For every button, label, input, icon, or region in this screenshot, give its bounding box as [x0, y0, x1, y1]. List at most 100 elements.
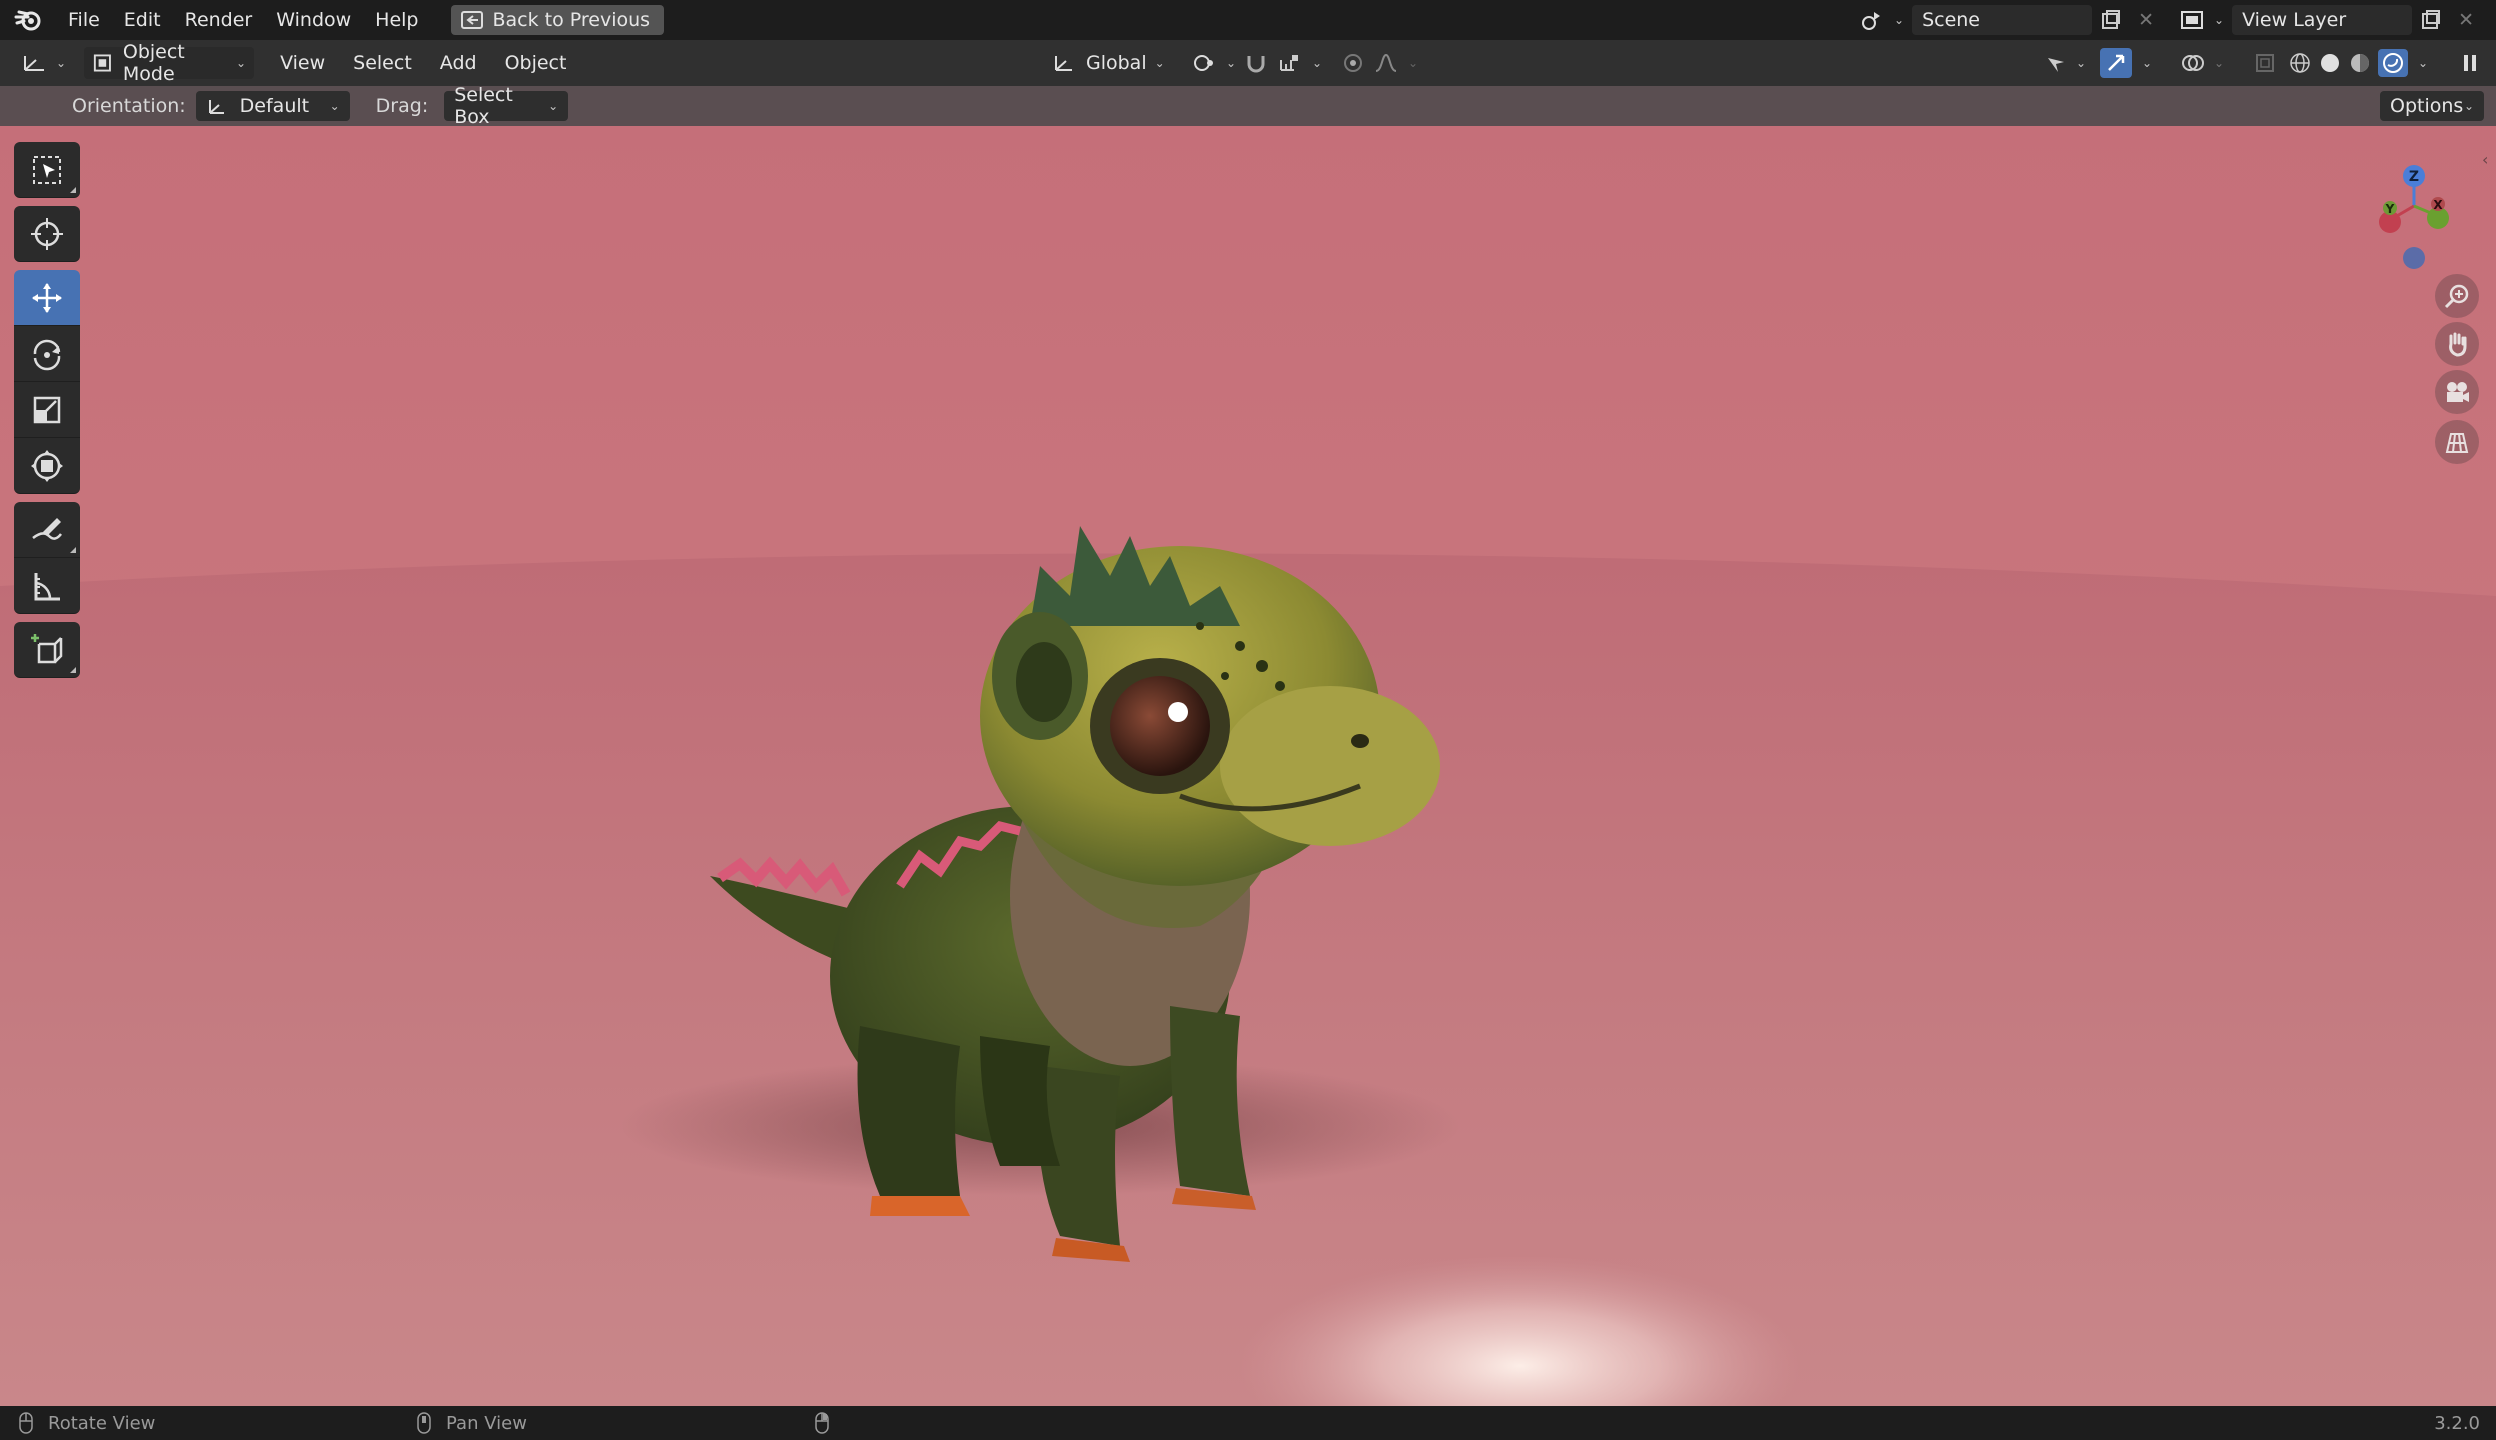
gizmo-icon	[2108, 54, 2125, 71]
orientation-icon	[1055, 56, 1072, 71]
mode-dropdown[interactable]: Object Mode ⌄	[84, 41, 255, 85]
orientation-label: Orientation:	[72, 95, 186, 117]
scale-tool[interactable]	[14, 382, 80, 438]
status-bar: Rotate View Pan View 3.2.0	[0, 1406, 2496, 1440]
falloff-icon	[1375, 53, 1397, 72]
axes-icon	[24, 56, 44, 71]
mouse-left-icon	[19, 1412, 33, 1434]
version-label: 3.2.0	[2434, 1412, 2480, 1434]
sidebar-toggle[interactable]	[2452, 47, 2488, 79]
back-label: Back to Previous	[492, 9, 651, 31]
menu-edit[interactable]: Edit	[112, 0, 173, 40]
tool-shelf	[14, 142, 80, 678]
3d-viewport[interactable]: Z X Y ‹	[0, 126, 2496, 1406]
view-layer-selector: ⌄ View Layer ✕	[2172, 4, 2482, 36]
snap-increment-icon	[1280, 55, 1298, 71]
measure-icon	[34, 572, 60, 600]
blender-logo-icon[interactable]	[0, 0, 56, 40]
rotate-view-label: Rotate View	[48, 1412, 156, 1434]
sidebar-collapse-icon[interactable]: ‹	[2482, 150, 2496, 178]
select-box-tool[interactable]	[14, 142, 80, 198]
transform-icon	[31, 449, 63, 482]
overlays-icon	[2182, 55, 2204, 71]
orientation-dropdown[interactable]: Default ⌄	[195, 91, 350, 121]
y-axis-label: Y	[2385, 202, 2395, 216]
rendered-scene	[0, 526, 2496, 1406]
rotate-tool[interactable]	[14, 326, 80, 382]
options-label: Options	[2390, 95, 2464, 117]
pan-button[interactable]	[2435, 322, 2479, 366]
xray-toggle[interactable]	[2246, 47, 2284, 79]
drag-value: Select Box	[454, 84, 513, 128]
measure-tool[interactable]	[14, 558, 80, 614]
mouse-right-icon	[815, 1412, 829, 1434]
back-to-previous-button[interactable]: Back to Previous	[450, 5, 665, 35]
header-menu-add[interactable]: Add	[426, 52, 491, 74]
cursor-icon	[31, 217, 63, 250]
solid-shading-icon[interactable]	[2318, 51, 2342, 75]
x-axis-label: X	[2433, 198, 2443, 212]
wireframe-shading-icon[interactable]	[2288, 51, 2312, 75]
add-cube-tool[interactable]	[14, 622, 80, 678]
gizmo-toggle[interactable]	[2100, 48, 2132, 78]
header-menu-object[interactable]: Object	[491, 52, 581, 74]
scene-icon[interactable]: ⌄	[1852, 4, 1912, 36]
new-view-layer-icon[interactable]	[2412, 4, 2450, 36]
move-icon	[32, 282, 62, 313]
scene-selector: ⌄ Scene ✕	[1852, 4, 2162, 36]
camera-view-button[interactable]	[2435, 370, 2479, 414]
snap-target-button[interactable]: ⌄	[1270, 47, 1330, 79]
navigation-gizmo[interactable]: Z X Y	[2354, 146, 2474, 276]
tool-settings-bar: Orientation: Default ⌄ Drag: Select Box …	[0, 84, 2496, 128]
object-mode-icon	[93, 54, 111, 72]
transform-orientation-dropdown[interactable]: Global ⌄	[1044, 47, 1173, 79]
mode-label: Object Mode	[122, 41, 185, 85]
falloff-button[interactable]: ⌄	[1366, 47, 1426, 79]
view-layer-icon[interactable]: ⌄	[2172, 4, 2232, 36]
gizmo-dropdown[interactable]: ⌄	[2134, 47, 2160, 79]
scene-name-field[interactable]: Scene	[1912, 5, 2093, 35]
editor-type-button[interactable]: ⌄	[14, 47, 74, 79]
drag-label: Drag:	[375, 95, 429, 117]
orientation-value: Default	[239, 95, 310, 117]
menu-file[interactable]: File	[56, 0, 112, 40]
transform-tool[interactable]	[14, 438, 80, 494]
pan-view-label: Pan View	[446, 1412, 527, 1434]
overlays-toggle[interactable]: ⌄	[2172, 47, 2232, 79]
view-layer-name-field[interactable]: View Layer	[2232, 5, 2413, 35]
new-scene-icon[interactable]	[2092, 4, 2130, 36]
delete-view-layer-icon[interactable]: ✕	[2450, 4, 2482, 36]
header-menu-select[interactable]: Select	[339, 52, 426, 74]
ortho-toggle-button[interactable]	[2435, 420, 2479, 464]
shading-buttons: ⌄	[2280, 47, 2436, 79]
z-axis-label: Z	[2409, 169, 2419, 185]
annotate-tool[interactable]	[14, 502, 80, 558]
orientation-axes-icon	[208, 100, 224, 114]
move-tool[interactable]	[14, 270, 80, 326]
rotate-icon	[33, 339, 61, 370]
annotate-icon	[32, 517, 62, 540]
hand-icon	[2449, 332, 2467, 357]
top-menu-bar: File Edit Render Window Help Back to Pre…	[0, 0, 2496, 40]
menu-render[interactable]: Render	[173, 0, 265, 40]
transform-label: Global	[1086, 52, 1147, 74]
zoom-button[interactable]	[2435, 274, 2479, 318]
menu-window[interactable]: Window	[264, 0, 363, 40]
rendered-shading-button[interactable]	[2378, 49, 2408, 77]
cursor-tool[interactable]	[14, 206, 80, 262]
selectability-button[interactable]: ⌄	[2036, 47, 2094, 79]
options-dropdown[interactable]: Options ⌄	[2380, 91, 2484, 121]
camera-icon	[2447, 382, 2469, 402]
status-rotate-hint: Rotate View	[18, 1411, 155, 1435]
add-cube-icon	[31, 633, 63, 663]
delete-scene-icon[interactable]: ✕	[2130, 4, 2162, 36]
header-menu-view[interactable]: View	[266, 52, 339, 74]
xray-icon	[2256, 54, 2274, 72]
material-shading-icon[interactable]	[2348, 51, 2372, 75]
status-context-hint	[814, 1411, 830, 1435]
menu-help[interactable]: Help	[363, 0, 430, 40]
drag-dropdown[interactable]: Select Box ⌄	[444, 84, 569, 128]
zoom-icon	[2444, 284, 2469, 309]
negative-z-handle[interactable]	[2403, 247, 2425, 269]
pause-icon	[2464, 55, 2476, 71]
